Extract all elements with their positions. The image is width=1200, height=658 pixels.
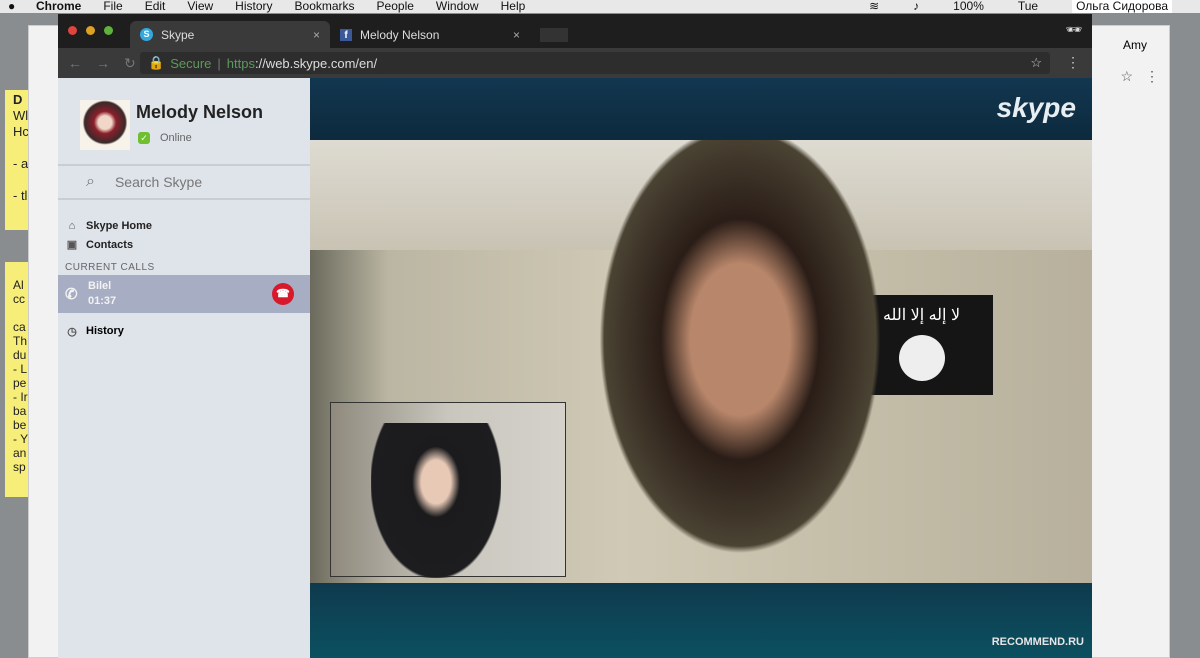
current-call-item[interactable]: ✆ Bilel 01:37 ☎ (58, 275, 310, 313)
phone-icon: ✆ (65, 286, 78, 303)
sidebar-item-history[interactable]: ◷ History (58, 313, 310, 338)
link-label: Skype Home (86, 219, 153, 232)
caller-name: Bilel (88, 280, 112, 292)
back-button[interactable]: ← (68, 55, 82, 72)
video-call-area[interactable]: skype لا إله إلا الله RECOMMEND.RU (310, 78, 1092, 658)
sticky-note[interactable]: D Wl Hc - a - tl (5, 90, 29, 230)
secure-label: Secure (170, 55, 212, 71)
new-tab-button[interactable] (540, 28, 568, 42)
zoom-window-button[interactable] (104, 26, 113, 35)
video-top-band (310, 78, 1092, 138)
skype-logo: skype (996, 92, 1076, 123)
watermark: RECOMMEND.RU (991, 636, 1084, 648)
current-calls-heading: CURRENT CALLS (65, 262, 155, 273)
tab-label: Skype (161, 27, 195, 42)
search-icon: ⌕ (86, 173, 95, 190)
online-status-icon: ✓ (138, 132, 150, 144)
menu-dots-icon[interactable]: ⋮ (1066, 54, 1080, 71)
note-text: - tl (13, 188, 28, 203)
profile-name[interactable]: Melody Nelson (136, 102, 263, 123)
note-text: Th (13, 334, 28, 348)
sidebar-item-skype-home[interactable]: ⌂ Skype Home (66, 216, 310, 235)
note-text: du (13, 348, 27, 362)
url-scheme: https (226, 55, 255, 71)
bookmark-star-icon[interactable]: ☆ (1120, 68, 1133, 85)
user-name[interactable]: Ольга Сидорова (1072, 0, 1172, 13)
skype-icon: S (140, 28, 153, 41)
note-text: cc (13, 292, 25, 306)
note-text: sp (13, 460, 26, 474)
menu-window[interactable]: Window (436, 0, 479, 13)
url-text: ://web.skype.com/en/ (254, 55, 378, 71)
menu-people[interactable]: People (377, 0, 414, 13)
note-text: ca (13, 320, 26, 334)
contacts-icon: ▣ (66, 239, 78, 251)
status-text[interactable]: Online (160, 132, 192, 144)
battery-level[interactable]: 100% (953, 0, 984, 13)
profile-header: Melody Nelson ✓ Online (58, 78, 310, 166)
note-text: pe (13, 376, 27, 390)
menu-help[interactable]: Help (501, 0, 526, 13)
search-input[interactable]: ⌕ Search Skype (58, 166, 310, 200)
note-text: Wl (13, 108, 29, 123)
toolbar: ← → ↻ 🔒 Secure | https://web.skype.com/e… (58, 48, 1092, 78)
tab-label: Melody Nelson (360, 27, 440, 42)
menu-file[interactable]: File (103, 0, 122, 13)
close-tab-icon[interactable]: × (313, 28, 320, 42)
search-placeholder: Search Skype (114, 174, 203, 190)
menu-bar: ● Chrome File Edit View History Bookmark… (0, 0, 1200, 13)
bookmark-star-icon[interactable]: ☆ (1030, 55, 1042, 71)
tab-skype[interactable]: S Skype × (130, 21, 330, 48)
reload-button[interactable]: ↻ (124, 55, 136, 72)
avatar[interactable] (80, 100, 130, 150)
sidebar-item-contacts[interactable]: ▣ Contacts (66, 235, 310, 254)
clock[interactable]: Tue (1018, 0, 1038, 13)
browser-window: S Skype × f Melody Nelson × 🕶 ← → ↻ 🔒 Se… (58, 14, 1092, 658)
volume-icon[interactable]: ♪ (913, 0, 919, 13)
menu-view[interactable]: View (187, 0, 213, 13)
sticky-note[interactable]: Al cc ca Th du - L pe - Ir ba be - Y an … (5, 262, 29, 497)
video-bottom-band (310, 583, 1092, 658)
note-text: an (13, 446, 27, 460)
note-text: - a (13, 156, 29, 171)
clock-icon: ◷ (67, 326, 77, 338)
address-bar[interactable]: 🔒 Secure | https://web.skype.com/en/ ☆ (140, 52, 1050, 74)
home-icon: ⌂ (68, 219, 76, 232)
note-text: - L (13, 362, 28, 376)
menu-edit[interactable]: Edit (145, 0, 166, 13)
menu-bookmarks[interactable]: Bookmarks (295, 0, 355, 13)
self-participant (371, 423, 501, 578)
remote-participant (580, 140, 900, 583)
tab-amy[interactable]: Amy (1123, 38, 1147, 52)
remote-video[interactable]: لا إله إلا الله (310, 140, 1092, 583)
hang-up-button[interactable]: ☎ (272, 283, 294, 305)
note-text: Al (13, 278, 24, 292)
note-text: be (13, 418, 27, 432)
note-text: D (13, 92, 23, 107)
note-text: - Y (13, 432, 29, 446)
facebook-icon: f (340, 28, 352, 41)
forward-button[interactable]: → (96, 55, 110, 72)
incognito-icon: 🕶 (1065, 22, 1082, 37)
self-view-video[interactable] (330, 402, 566, 578)
skype-sidebar: Melody Nelson ✓ Online ⌕ Search Skype ⌂ Sk… (58, 78, 310, 658)
call-duration: 01:37 (88, 295, 117, 307)
note-text: ba (13, 404, 27, 418)
link-label: Contacts (86, 238, 134, 251)
menu-app[interactable]: Chrome (36, 0, 81, 13)
lock-icon: 🔒 (148, 55, 165, 70)
close-tab-icon[interactable]: × (513, 28, 520, 42)
apple-icon[interactable]: ● (8, 0, 15, 13)
tab-strip: S Skype × f Melody Nelson × 🕶 (58, 14, 1092, 48)
note-text: Hc (13, 124, 29, 139)
wifi-icon[interactable]: ≋ (869, 0, 879, 13)
tab-melody-nelson[interactable]: f Melody Nelson × (330, 21, 530, 48)
close-window-button[interactable] (68, 26, 77, 35)
menu-dots-icon[interactable]: ⋮ (1145, 68, 1159, 85)
link-label: History (86, 325, 124, 337)
note-text: - Ir (13, 390, 28, 404)
menu-history[interactable]: History (235, 0, 272, 13)
minimize-window-button[interactable] (86, 26, 95, 35)
